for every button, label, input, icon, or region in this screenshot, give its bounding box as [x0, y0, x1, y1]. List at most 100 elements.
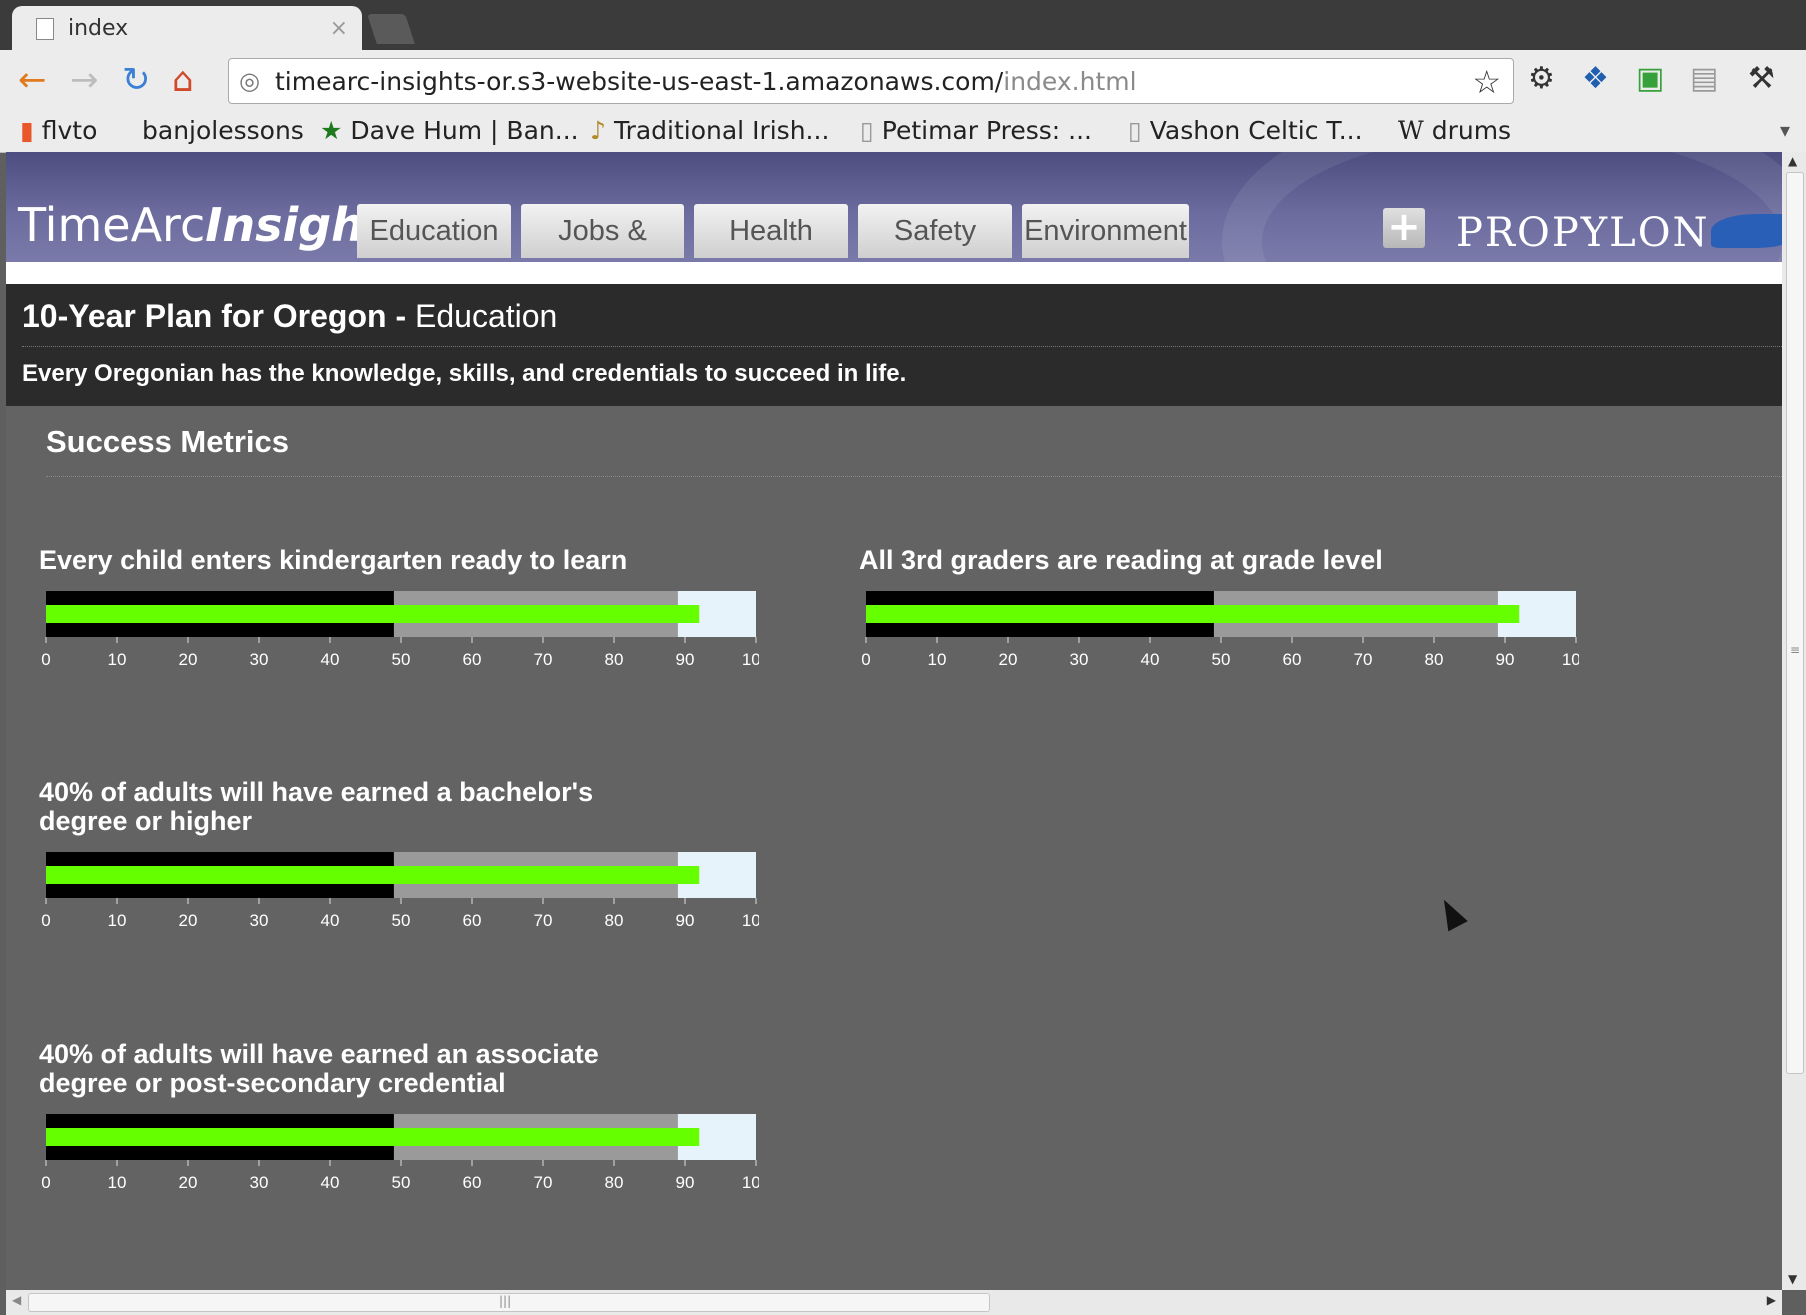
metric-bachelors-degree: 40% of adults will have earned a bachelo… — [39, 778, 839, 942]
metric-title: All 3rd graders are reading at grade lev… — [859, 545, 1383, 575]
banner-divider — [6, 262, 1782, 284]
axis-tick-label: 50 — [392, 911, 411, 930]
vertical-scrollbar[interactable]: ▲ ≡ ▼ — [1782, 152, 1806, 1290]
add-tab-button[interactable]: + — [1383, 207, 1425, 248]
bookmark-traditional-irish[interactable]: ♪ Traditional Irish... — [590, 116, 829, 145]
axis-tick-label: 80 — [1425, 650, 1444, 669]
section-title: Success Metrics — [46, 424, 289, 459]
axis-tick-label: 90 — [676, 911, 695, 930]
bookmarks-bar: ▮ flvto banjolessons ★ Dave Hum | Ban... ♪… — [0, 114, 1806, 153]
clipboard-icon[interactable]: ▤ — [1690, 62, 1718, 96]
wrench-icon[interactable]: ⚒ — [1748, 62, 1775, 96]
browser-chrome: index × ← → ↻ ⌂ ◎ timearc-insights-or.s3… — [0, 0, 1806, 153]
print-icon[interactable]: ▣ — [1636, 62, 1664, 96]
metric-title: 40% of adults will have earned a bachelo… — [39, 777, 594, 836]
bullet-chart: 0 10 20 30 40 50 60 70 80 90 100 — [41, 591, 759, 669]
bookmark-label: Dave Hum | Ban... — [350, 116, 579, 145]
bookmark-drums[interactable]: Wdrums — [1398, 116, 1511, 145]
page-title-main: 10-Year Plan for Oregon - — [22, 298, 415, 334]
grip-icon: ≡ — [1790, 643, 1801, 657]
bullet-measure-bar — [46, 605, 700, 623]
scroll-left-icon[interactable]: ◀ — [12, 1293, 21, 1307]
axis-tick-label: 40 — [321, 650, 340, 669]
bullet-chart: 0 10 20 30 40 50 60 70 80 90 100 — [41, 1114, 759, 1192]
metric-title: Every child enters kindergarten ready to… — [39, 545, 628, 575]
axis-tick-label: 30 — [1070, 650, 1089, 669]
scroll-down-icon[interactable]: ▼ — [1788, 1272, 1797, 1286]
tab-strip: index × — [0, 0, 1806, 50]
back-arrow-icon[interactable]: ← — [18, 62, 47, 98]
bullet-chart: 0 10 20 30 40 50 60 70 80 90 100 — [861, 591, 1579, 669]
tab-title: index — [68, 16, 129, 41]
bookmark-vashon-celtic[interactable]: ▯ Vashon Celtic T... — [1128, 116, 1363, 145]
axis-tick-label: 0 — [41, 650, 50, 669]
bookmark-label: Vashon Celtic T... — [1149, 116, 1363, 145]
page-title-category: Education — [415, 298, 558, 334]
axis-tick-label: 70 — [1354, 650, 1373, 669]
partner-logo: PROPYLON — [1456, 210, 1710, 256]
site-banner: TimeArcInsights Education Jobs & Innov. … — [6, 152, 1782, 392]
browser-tab[interactable]: index × — [12, 6, 362, 50]
page-icon: ▯ — [860, 116, 874, 145]
page-icon: ▯ — [1128, 116, 1142, 145]
bookmark-dave-hum[interactable]: ★ Dave Hum | Ban... — [320, 116, 579, 145]
reload-icon[interactable]: ↻ — [122, 62, 151, 98]
site-logo[interactable]: TimeArcInsights — [18, 198, 413, 252]
metric-associate-degree: 40% of adults will have earned an associ… — [39, 1040, 839, 1204]
scrollbar-thumb[interactable]: ||| — [28, 1293, 990, 1312]
url-host: timearc-insights-or.s3-website-us-east-1… — [275, 67, 1004, 96]
axis-tick-label: 80 — [605, 1173, 624, 1192]
axis-tick-label: 0 — [861, 650, 870, 669]
scrollbar-thumb[interactable]: ≡ — [1786, 172, 1804, 1074]
axis-tick-label: 70 — [534, 1173, 553, 1192]
axis-tick-label: 50 — [1212, 650, 1231, 669]
tab-education[interactable]: Education — [357, 204, 511, 258]
tab-health[interactable]: Health — [694, 204, 848, 258]
axis-tick-label: 30 — [250, 911, 269, 930]
bullet-measure-bar — [866, 605, 1520, 623]
goal-statement: Every Oregonian has the knowledge, skill… — [22, 360, 907, 387]
axis-tick-label: 20 — [179, 650, 198, 669]
metric-kindergarten: Every child enters kindergarten ready to… — [39, 546, 839, 681]
new-tab-button[interactable] — [367, 14, 415, 44]
bookmark-banjolessons[interactable]: banjolessons — [142, 116, 304, 145]
horizontal-scrollbar[interactable]: ◀ ||| ▶ — [6, 1290, 1782, 1315]
page-icon — [36, 18, 54, 40]
axis-tick-label: 60 — [463, 650, 482, 669]
bookmark-label: Petimar Press: ... — [881, 116, 1092, 145]
tab-jobs-innov[interactable]: Jobs & Innov. — [521, 204, 684, 301]
extension-icon[interactable]: ❖ — [1582, 62, 1609, 96]
metric-title: 40% of adults will have earned an associ… — [39, 1039, 599, 1098]
star-icon: ★ — [320, 116, 343, 145]
flvto-icon: ▮ — [20, 116, 34, 145]
axis-tick-label: 40 — [321, 1173, 340, 1192]
axis-tick-label: 100 — [742, 1173, 759, 1192]
scroll-up-icon[interactable]: ▲ — [1788, 154, 1797, 168]
home-icon[interactable]: ⌂ — [172, 62, 194, 98]
bookmark-label: Traditional Irish... — [613, 116, 830, 145]
address-bar[interactable]: ◎ timearc-insights-or.s3-website-us-east… — [228, 58, 1514, 104]
axis-tick-label: 20 — [179, 911, 198, 930]
bookmark-label: banjolessons — [142, 116, 304, 145]
axis-tick-label: 100 — [742, 911, 759, 930]
url-path: index.html — [1003, 67, 1137, 96]
axis-tick-label: 40 — [321, 911, 340, 930]
bookmark-star-icon[interactable]: ☆ — [1472, 63, 1501, 101]
axis-tick-label: 60 — [1283, 650, 1302, 669]
close-icon[interactable]: × — [330, 16, 348, 41]
bookmark-label: flvto — [41, 116, 98, 145]
scroll-right-icon[interactable]: ▶ — [1767, 1293, 1776, 1307]
forward-arrow-icon[interactable]: → — [70, 62, 99, 98]
axis-tick-label: 30 — [250, 1173, 269, 1192]
tab-safety[interactable]: Safety — [858, 204, 1012, 258]
bookmark-flvto[interactable]: ▮ flvto — [20, 116, 97, 145]
bookmark-petimar-press[interactable]: ▯ Petimar Press: ... — [860, 116, 1092, 145]
axis-tick-label: 30 — [250, 650, 269, 669]
axis-tick-label: 100 — [742, 650, 759, 669]
gear-icon[interactable]: ⚙ — [1528, 62, 1555, 96]
chevron-down-icon[interactable]: ▾ — [1780, 118, 1790, 142]
axis-tick-label: 80 — [605, 911, 624, 930]
tab-environment[interactable]: Environment — [1022, 204, 1189, 258]
divider — [46, 476, 1782, 477]
axis-tick-label: 50 — [392, 650, 411, 669]
